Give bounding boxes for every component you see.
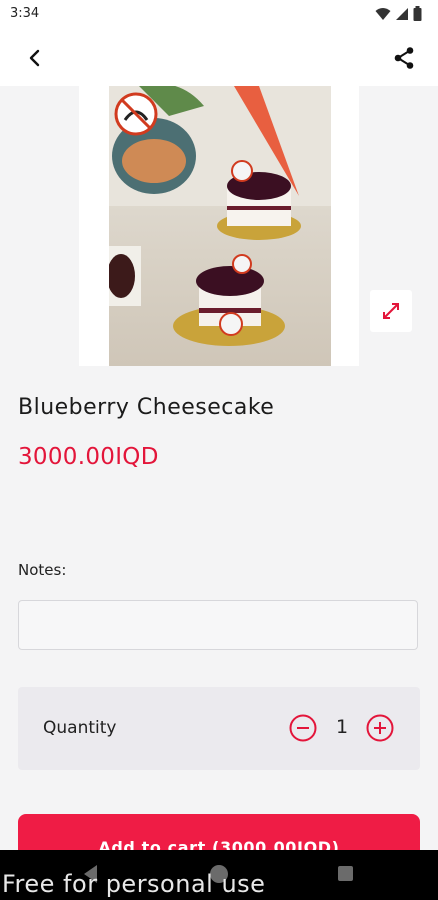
notes-input[interactable]	[18, 600, 418, 650]
status-bar: 3:34	[0, 0, 438, 28]
wifi-icon	[375, 7, 391, 20]
product-name: Blueberry Cheesecake	[18, 395, 275, 420]
status-time: 3:34	[10, 6, 40, 21]
expand-image-button[interactable]	[370, 290, 412, 332]
quantity-label: Quantity	[43, 718, 117, 738]
cheesecake-illustration	[109, 86, 331, 346]
product-price: 3000.00IQD	[18, 444, 159, 470]
app-bar	[0, 28, 438, 86]
quantity-value: 1	[336, 716, 349, 738]
signal-icon	[396, 7, 408, 20]
notes-label: Notes:	[18, 561, 67, 579]
arrow-back-icon	[29, 49, 40, 67]
expand-icon	[383, 303, 399, 319]
watermark-text: Free for personal use	[2, 870, 266, 898]
increase-quantity-icon[interactable]	[366, 714, 394, 742]
battery-icon	[413, 6, 422, 21]
status-icons	[375, 6, 422, 21]
share-button[interactable]	[388, 42, 420, 74]
back-button[interactable]	[18, 42, 50, 74]
product-image[interactable]	[109, 86, 331, 366]
nav-recent-apps-icon[interactable]	[338, 866, 353, 881]
product-image-container	[79, 86, 359, 366]
share-icon	[394, 47, 414, 69]
quantity-card: Quantity 1	[18, 687, 420, 770]
decrease-quantity-icon[interactable]	[289, 714, 317, 742]
